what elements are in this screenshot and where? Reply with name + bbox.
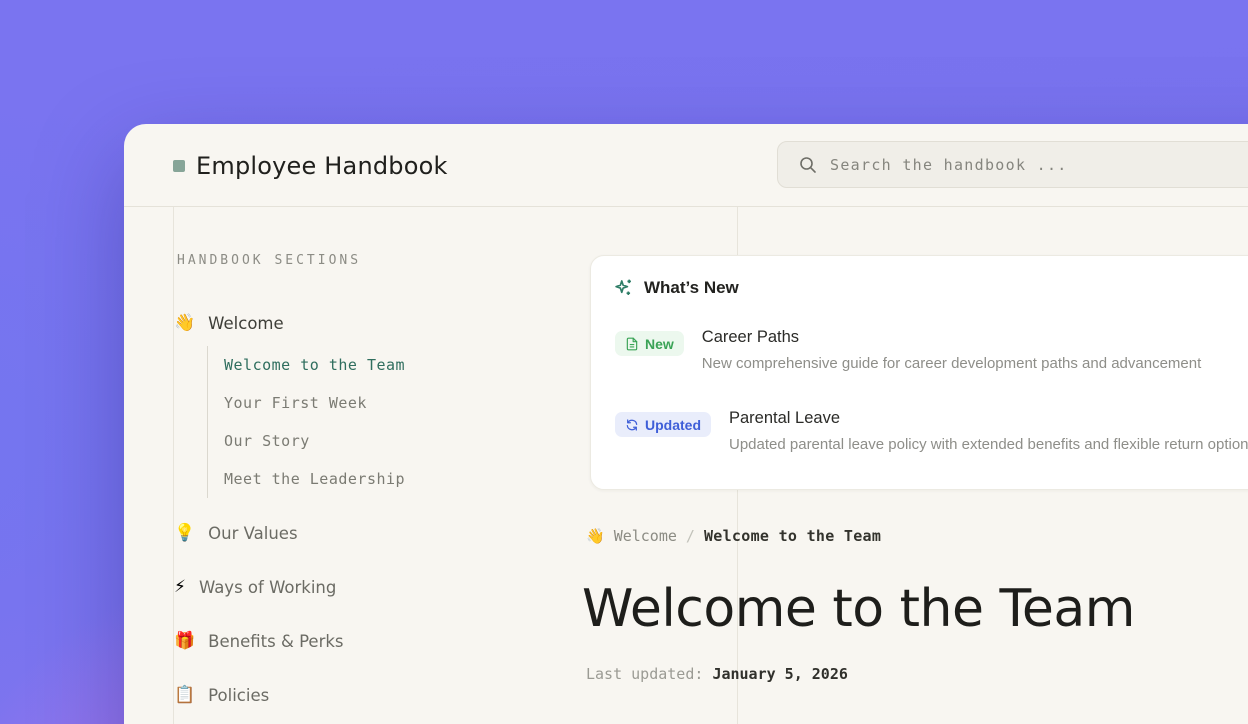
badge-label: New [645,336,674,352]
whats-new-header: What’s New [613,277,739,298]
sidebar-item-label: Welcome [208,314,283,333]
new-badge: New [615,331,684,356]
file-text-icon [625,337,639,351]
whats-new-item-body: Parental Leave Updated parental leave po… [729,409,1248,453]
last-updated-label: Last updated: [586,665,712,683]
subnav-item-meet-the-leadership[interactable]: Meet the Leadership [208,460,405,498]
app-title: Employee Handbook [196,152,448,180]
desktop-background: Employee Handbook HANDBOOK SECTIONS 👋 We… [0,0,1248,724]
whats-new-item-body: Career Paths New comprehensive guide for… [702,328,1201,372]
whats-new-item-description: Updated parental leave policy with exten… [729,436,1248,453]
subnav-item-our-story[interactable]: Our Story [208,422,405,460]
whats-new-item-description: New comprehensive guide for career devel… [702,355,1201,372]
sidebar-heading: HANDBOOK SECTIONS [177,253,361,268]
breadcrumb-section-link[interactable]: Welcome [614,527,677,545]
breadcrumb-separator: / [686,527,695,545]
page-title: Welcome to the Team [582,579,1135,639]
sidebar-item-ways-of-working[interactable]: ⚡ Ways of Working [174,573,336,601]
last-updated-row: Last updated: January 5, 2026 [586,665,848,683]
welcome-subnav: Welcome to the Team Your First Week Our … [207,346,405,498]
badge-label: Updated [645,417,701,433]
whats-new-item-career-paths[interactable]: New Career Paths New comprehensive guide… [615,328,1201,372]
clipboard-icon: 📋 [174,687,195,704]
sidebar-item-label: Policies [208,686,269,705]
whats-new-title: What’s New [644,278,739,298]
employee-handbook-window: Employee Handbook HANDBOOK SECTIONS 👋 We… [124,124,1248,724]
sidebar-item-label: Benefits & Perks [208,632,343,651]
whats-new-item-title: Career Paths [702,328,1201,347]
sparkles-icon [613,277,634,298]
sidebar-item-benefits-perks[interactable]: 🎁 Benefits & Perks [174,627,344,655]
whats-new-card: What’s New New Career Paths New comprehe… [590,255,1248,490]
sidebar-item-label: Our Values [208,524,297,543]
whats-new-item-parental-leave[interactable]: Updated Parental Leave Updated parental … [615,409,1248,453]
whats-new-item-title: Parental Leave [729,409,1248,428]
app-header: Employee Handbook [124,124,1248,207]
waving-hand-icon: 👋 [586,529,605,544]
breadcrumb: 👋 Welcome / Welcome to the Team [586,527,881,545]
sidebar-item-our-values[interactable]: 💡 Our Values [174,519,298,547]
refresh-icon [625,418,639,432]
lightning-bolt-icon: ⚡ [174,579,186,596]
breadcrumb-current-page: Welcome to the Team [704,527,881,545]
search-icon [798,155,818,175]
subnav-item-welcome-to-the-team[interactable]: Welcome to the Team [208,346,405,384]
light-bulb-icon: 💡 [174,525,195,542]
sidebar-item-label: Ways of Working [199,578,336,597]
sidebar-item-welcome[interactable]: 👋 Welcome [174,309,284,337]
app-logo-icon [173,160,185,172]
subnav-item-your-first-week[interactable]: Your First Week [208,384,405,422]
updated-badge: Updated [615,412,711,437]
search-box[interactable] [777,141,1248,188]
last-updated-value: January 5, 2026 [712,665,847,683]
waving-hand-icon: 👋 [174,315,195,332]
search-input[interactable] [830,143,1248,186]
gift-icon: 🎁 [174,633,195,650]
sidebar-item-policies[interactable]: 📋 Policies [174,681,269,709]
